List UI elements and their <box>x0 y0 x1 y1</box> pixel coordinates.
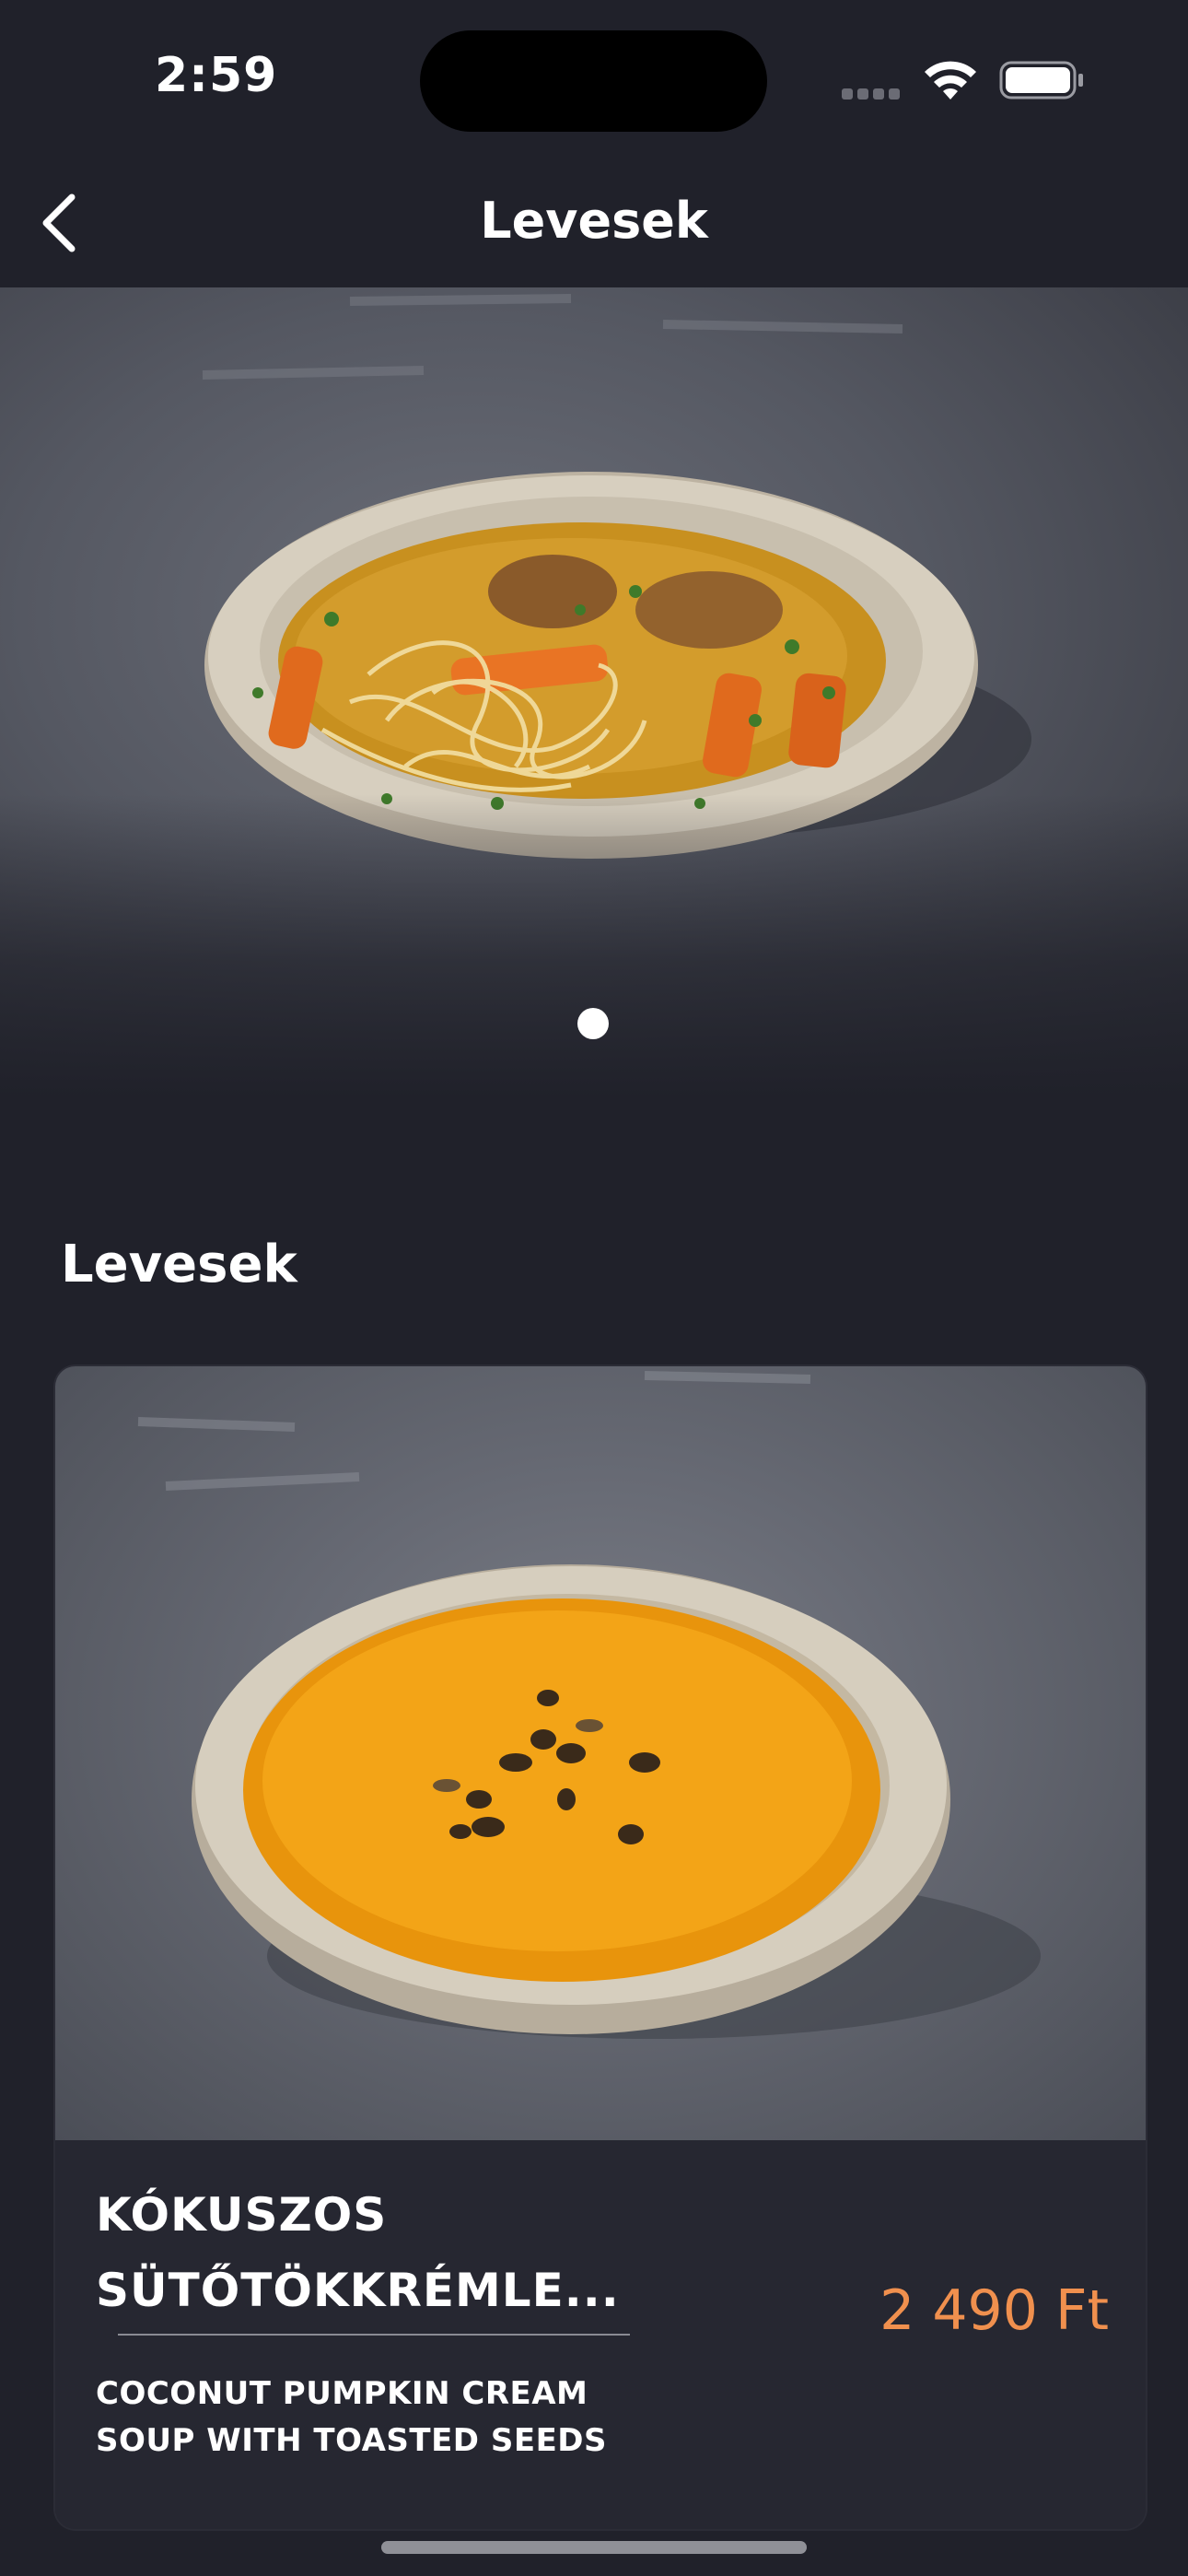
pumpkin-soup-image <box>137 1371 1041 2039</box>
product-info: KÓKUSZOS SÜTŐTÖKKRÉMLE... COCONUT PUMPKI… <box>55 2140 1146 2529</box>
product-card[interactable]: KÓKUSZOS SÜTŐTÖKKRÉMLE... COCONUT PUMPKI… <box>55 1366 1146 2529</box>
hero-image-carousel[interactable] <box>0 287 1188 1098</box>
home-indicator[interactable] <box>381 2541 807 2554</box>
status-time: 2:59 <box>155 48 278 103</box>
hero-gradient-overlay <box>0 794 1188 1098</box>
page-title: Levesek <box>480 192 708 250</box>
wifi-icon <box>925 61 976 100</box>
product-description: COCONUT PUMPKIN CREAM SOUP WITH TOASTED … <box>96 2375 608 2459</box>
product-name: KÓKUSZOS SÜTŐTÖKKRÉMLE... <box>96 2188 620 2317</box>
navigation-header: Levesek <box>0 157 1188 287</box>
product-price: 2 490 Ft <box>879 2278 1109 2343</box>
product-image <box>55 1366 1146 2140</box>
signal-icon <box>842 86 904 100</box>
section-title: Levesek <box>61 1235 297 1294</box>
battery-icon <box>999 61 1083 100</box>
carousel-page-indicator[interactable] <box>577 1008 609 1039</box>
product-divider <box>118 2334 630 2336</box>
dynamic-island <box>420 30 767 132</box>
status-bar: 2:59 <box>0 0 1188 157</box>
